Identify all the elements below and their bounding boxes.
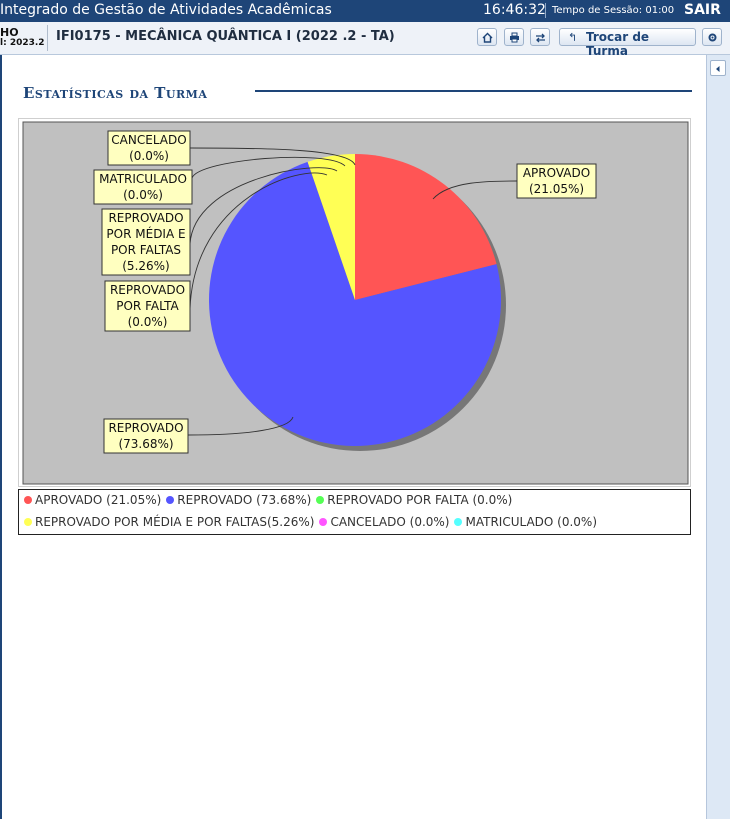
callout-falta: REPROVADO POR FALTA (0.0%) [104, 280, 191, 332]
legend-swatch [454, 518, 463, 526]
legend-label: APROVADO (21.05%) [35, 493, 162, 507]
callout-aprovado: APROVADO (21.05%) [516, 163, 597, 199]
callout-media_faltas: REPROVADOPOR MÉDIA E POR FALTAS (5.26%) [101, 208, 191, 276]
callout-label: CANCELADO [111, 133, 186, 147]
clock: 16:46:32 [483, 2, 546, 18]
print-icon [510, 32, 519, 43]
session-timer: Tempo de Sessão: 01:00 [552, 5, 675, 16]
legend-row: REPROVADO POR MÉDIA E POR FALTAS(5.26%) C… [24, 515, 602, 529]
pie-chart-svg: CANCELADO(0.0%)MATRICULADO(0.0%)REPROVAD… [22, 121, 689, 485]
callout-label: (0.0%) [128, 315, 168, 329]
separator [545, 3, 546, 18]
switch-button[interactable] [530, 28, 550, 46]
legend-label: MATRICULADO (0.0%) [465, 515, 598, 529]
callout-label: POR FALTA [116, 299, 179, 313]
user-period: l: 2023.2 [0, 38, 45, 48]
logout-link[interactable]: SAIR [684, 2, 721, 18]
legend-swatch [316, 496, 325, 504]
course-title: IFI0175 - MECÂNICA QUÂNTICA I (2022 .2 -… [56, 29, 395, 44]
swap-arrows-icon [536, 33, 545, 43]
callout-matriculado: MATRICULADO (0.0%) [93, 169, 193, 205]
legend-swatch [24, 518, 32, 526]
back-arrow-icon: ↰ [568, 31, 578, 44]
section-title: Estatísticas da Turma [23, 84, 208, 102]
chart-legend: APROVADO (21.05%) REPROVADO (73.68%) REPRO… [18, 489, 691, 535]
callout-label: POR MÉDIA E [106, 226, 185, 241]
legend-label: REPROVADO (73.68%) [177, 493, 312, 507]
callout-label: REPROVADO [110, 283, 185, 297]
left-border [0, 55, 2, 819]
trocar-turma-button[interactable]: ↰ Trocar de Turma [559, 28, 696, 58]
print-button[interactable] [504, 28, 524, 46]
callout-reprovado: REPROVADO (73.68%) [103, 418, 189, 454]
callout-label: (21.05%) [529, 182, 584, 196]
legend-label: REPROVADO POR FALTA (0.0%) [327, 493, 513, 507]
top-bar: Integrado de Gestão de Atividades Acadêm… [0, 0, 730, 22]
home-button[interactable] [477, 28, 497, 46]
right-side-panel [706, 55, 730, 819]
course-bar: HO l: 2023.2 IFI0175 - MECÂNICA QUÂNTICA… [0, 22, 730, 58]
legend-swatch [24, 496, 32, 504]
callout-label: REPROVADO [108, 421, 183, 435]
callout-label: (0.0%) [123, 188, 163, 202]
legend-swatch [166, 496, 175, 504]
legend-swatch [319, 518, 328, 526]
caret-left-icon [716, 66, 720, 72]
callout-label: (5.26%) [122, 259, 169, 273]
home-icon [482, 32, 493, 43]
collapse-panel-button[interactable] [710, 60, 726, 76]
legend-row: APROVADO (21.05%) REPROVADO (73.68%) REPRO… [24, 493, 517, 507]
gear-icon [708, 33, 717, 42]
divider [47, 25, 48, 51]
callout-label: (0.0%) [129, 149, 169, 163]
callout-label: APROVADO [523, 166, 590, 180]
system-title: Integrado de Gestão de Atividades Acadêm… [0, 2, 332, 18]
callout-label: (73.68%) [118, 437, 173, 451]
callout-label: POR FALTAS [111, 243, 181, 257]
legend-label: REPROVADO POR MÉDIA E POR FALTAS(5.26%) [35, 515, 315, 529]
settings-button[interactable] [702, 28, 722, 46]
section-rule [255, 90, 692, 92]
callout-label: MATRICULADO [99, 172, 187, 186]
legend-label: CANCELADO (0.0%) [330, 515, 450, 529]
trocar-turma-label: Trocar de Turma [586, 30, 650, 58]
callout-cancelado: CANCELADO (0.0%) [107, 130, 191, 166]
pie-chart: CANCELADO (0.0%) MATRICULADO (0.0%) REPROVAD… [18, 118, 691, 487]
callout-label: REPROVADO [108, 211, 183, 225]
